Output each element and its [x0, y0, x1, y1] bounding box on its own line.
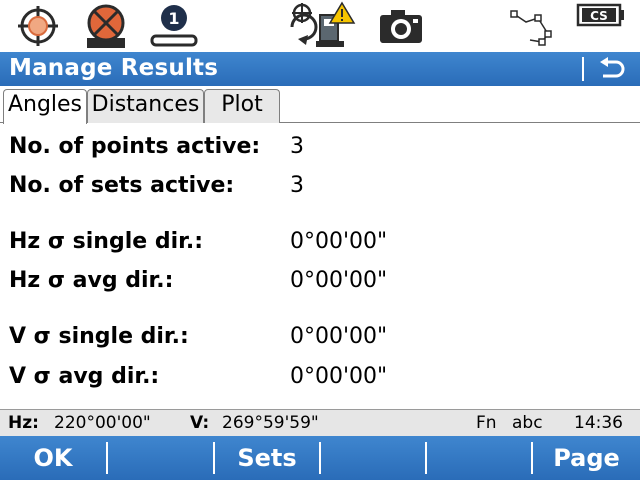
title-bar: Manage Results	[0, 52, 640, 86]
v-single-label: V σ single dir.:	[9, 324, 189, 349]
v-single-value: 0°00'00"	[290, 324, 388, 349]
hz-single-value: 0°00'00"	[290, 229, 388, 254]
hz-single-label: Hz σ single dir.:	[9, 229, 203, 254]
camera-icon[interactable]	[376, 0, 426, 52]
battery-cs-icon: CS	[574, 0, 628, 30]
v-readout-value: 269°59'59"	[222, 413, 319, 433]
sets-active-value: 3	[290, 173, 304, 198]
hz-readout-label: Hz:	[8, 413, 39, 433]
results-panel: No. of points active: 3 No. of sets acti…	[0, 124, 640, 408]
crosshair-target-icon[interactable]	[14, 0, 62, 52]
softkey-f2[interactable]	[108, 436, 213, 480]
title-separator	[582, 57, 584, 81]
tab-distances[interactable]: Distances	[87, 89, 204, 123]
polygon-line-icon[interactable]	[508, 0, 558, 52]
face-one-icon[interactable]: 1	[148, 0, 200, 52]
sets-active-label: No. of sets active:	[9, 173, 235, 198]
info-bar: Hz: 220°00'00" V: 269°59'59" Fn abc 14:3…	[0, 409, 640, 436]
softkey-bar: OK Sets Page	[0, 436, 640, 480]
page-title: Manage Results	[9, 55, 219, 81]
points-active-label: No. of points active:	[9, 134, 261, 159]
svg-text:1: 1	[168, 9, 179, 28]
points-active-value: 3	[290, 134, 304, 159]
softkey-f4[interactable]	[321, 436, 425, 480]
instrument-warning-icon[interactable]	[284, 0, 360, 52]
softkey-f5[interactable]	[427, 436, 531, 480]
v-readout-label: V:	[190, 413, 210, 433]
input-mode-indicator: abc	[512, 413, 543, 433]
tab-bar: Angles Distances Plot	[0, 86, 640, 124]
hz-readout-value: 220°00'00"	[54, 413, 151, 433]
prism-target-icon[interactable]	[82, 0, 130, 52]
tab-plot[interactable]: Plot	[204, 89, 280, 123]
v-avg-label: V σ avg dir.:	[9, 364, 160, 389]
v-avg-value: 0°00'00"	[290, 364, 388, 389]
back-button[interactable]	[592, 55, 632, 83]
return-arrow-icon	[600, 57, 625, 78]
hz-avg-value: 0°00'00"	[290, 268, 388, 293]
page-button[interactable]: Page	[533, 436, 640, 480]
ok-button[interactable]: OK	[0, 436, 106, 480]
status-icon-bar: 1 CS	[0, 0, 640, 52]
svg-text:CS: CS	[590, 9, 608, 23]
clock: 14:36	[574, 413, 623, 433]
hz-avg-label: Hz σ avg dir.:	[9, 268, 174, 293]
fn-indicator: Fn	[476, 413, 497, 433]
sets-button[interactable]: Sets	[215, 436, 319, 480]
tab-angles[interactable]: Angles	[3, 89, 87, 124]
